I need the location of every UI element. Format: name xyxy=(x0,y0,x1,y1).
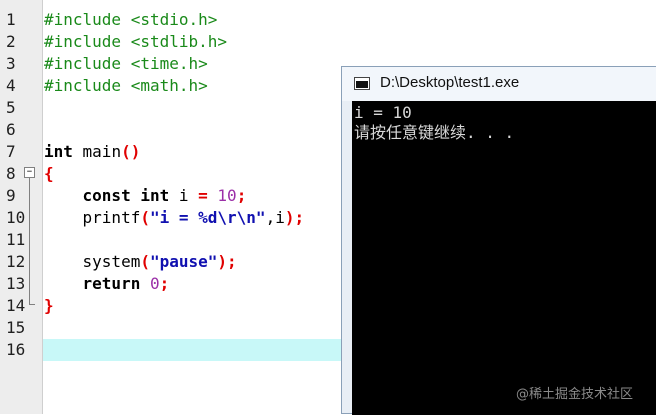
console-title: D:\Desktop\test1.exe xyxy=(380,74,520,91)
console-window[interactable]: D:\Desktop\test1.exe i = 10 请按任意键继续. . . xyxy=(341,66,656,415)
code-token: ); xyxy=(284,208,305,227)
code-text: #include <time.h> xyxy=(44,53,208,75)
code-token: main xyxy=(72,142,122,161)
code-token: ); xyxy=(217,252,237,271)
code-token: "i = %d\r\n" xyxy=(149,208,266,227)
code-text: } xyxy=(44,295,54,317)
code-token: 10 xyxy=(217,186,237,205)
code-token: i xyxy=(169,186,199,205)
line-number: 4 xyxy=(6,76,16,95)
line-number: 3 xyxy=(6,54,16,73)
fold-guide-end xyxy=(29,304,35,305)
code-text: { xyxy=(44,163,54,185)
code-token: #include <stdlib.h> xyxy=(44,32,228,51)
code-token: #include <time.h> xyxy=(44,54,208,73)
code-token: { xyxy=(44,164,54,183)
console-app-icon xyxy=(354,77,370,90)
code-token: () xyxy=(121,142,141,161)
line-number: 11 xyxy=(6,230,26,249)
code-text: #include <math.h> xyxy=(44,75,208,97)
line-number: 7 xyxy=(6,142,16,161)
line-number: 9 xyxy=(6,186,16,205)
code-token: } xyxy=(44,296,54,315)
fold-guide-line xyxy=(29,178,30,304)
line-number: 14 xyxy=(6,296,26,315)
code-token: printf xyxy=(44,208,141,227)
code-token: ( xyxy=(140,208,150,227)
code-text: return 0; xyxy=(44,273,170,295)
code-token: system xyxy=(44,252,141,271)
code-text: const int i = 10; xyxy=(44,185,247,207)
code-text: system("pause"); xyxy=(44,251,237,273)
console-titlebar[interactable]: D:\Desktop\test1.exe xyxy=(342,67,656,101)
code-line[interactable]: 2 #include <stdlib.h> xyxy=(0,31,656,53)
code-line[interactable]: 1 #include <stdio.h> xyxy=(0,9,656,31)
line-number: 1 xyxy=(6,10,16,29)
code-token: int xyxy=(44,142,73,161)
code-token: ; xyxy=(159,274,170,293)
console-screen[interactable]: i = 10 请按任意键继续. . . xyxy=(352,101,656,415)
code-token: ; xyxy=(236,186,247,205)
code-text: printf("i = %d\r\n",i); xyxy=(44,207,305,229)
line-number: 6 xyxy=(6,120,16,139)
code-token: #include <math.h> xyxy=(44,76,208,95)
code-token: ,i xyxy=(265,208,285,227)
console-output-line: i = 10 xyxy=(354,103,412,122)
line-number: 2 xyxy=(6,32,16,51)
code-token: #include <stdio.h> xyxy=(44,10,218,29)
code-token: const int xyxy=(82,186,170,205)
code-token: 0 xyxy=(149,274,160,293)
console-output-line: 请按任意键继续. . . xyxy=(354,123,515,142)
line-number: 12 xyxy=(6,252,26,271)
code-token: return xyxy=(82,274,141,293)
code-token: = xyxy=(198,186,208,205)
code-text: #include <stdlib.h> xyxy=(44,31,227,53)
fold-toggle-icon[interactable]: − xyxy=(24,167,35,178)
code-text: int main() xyxy=(44,141,140,163)
code-token: ( xyxy=(140,252,150,271)
code-token: "pause" xyxy=(149,252,218,271)
line-number: 10 xyxy=(6,208,26,227)
watermark: @稀土掘金技术社区 xyxy=(516,387,634,402)
line-number: 13 xyxy=(6,274,26,293)
code-text: #include <stdio.h> xyxy=(44,9,217,31)
line-number: 5 xyxy=(6,98,16,117)
line-number: 15 xyxy=(6,318,26,337)
line-number: 16 xyxy=(6,340,26,359)
